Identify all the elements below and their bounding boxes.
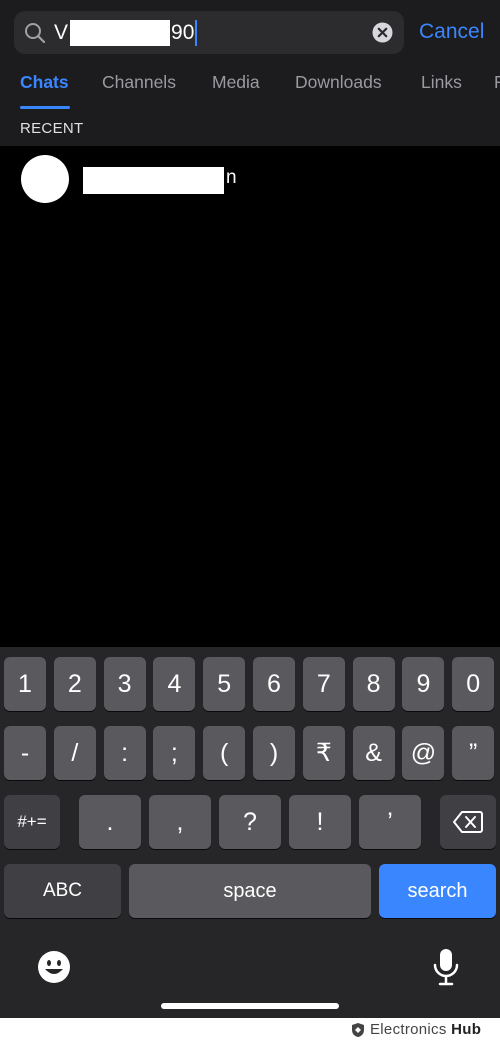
microphone-icon[interactable] [432, 947, 460, 987]
symbol-key-0[interactable]: - [4, 726, 46, 780]
app-screen: V 90 Cancel Chats Channels Media Downloa… [0, 0, 500, 1018]
number-key-2[interactable]: 3 [103, 657, 146, 711]
number-key-4[interactable]: 5 [203, 657, 246, 711]
symbols-toggle-key[interactable]: #+= [4, 795, 60, 849]
section-title: RECENT [20, 120, 84, 137]
search-query-suffix: 90 [171, 21, 195, 44]
backspace-icon [453, 811, 483, 833]
avatar [21, 155, 69, 203]
watermark-text: Electronics Hub [370, 1021, 481, 1038]
tab-links[interactable]: Links [421, 72, 462, 106]
search-field[interactable]: V 90 [14, 11, 404, 54]
watermark: Electronics Hub [0, 1018, 500, 1042]
symbol-key-2[interactable]: : [103, 726, 146, 780]
keyboard: 1234567890 - /:;() ₹ & @” #+= .,?!’ ABC spac… [0, 647, 500, 1018]
symbol-key-5[interactable]: ) [253, 726, 295, 780]
clear-icon[interactable] [372, 22, 393, 43]
tab-channels[interactable]: Channels [102, 72, 176, 106]
cancel-button[interactable]: Cancel [419, 20, 484, 44]
search-key[interactable]: search [379, 864, 496, 918]
active-tab-indicator [20, 106, 70, 109]
symbol-key-4[interactable]: ( [203, 726, 246, 780]
punctuation-key-4[interactable]: ’ [359, 795, 421, 849]
number-key-5[interactable]: 6 [253, 657, 295, 711]
tab-bar: Chats Channels Media Downloads Links F [0, 68, 500, 110]
punctuation-key-2[interactable]: ? [219, 795, 281, 849]
contact-name-tail: n [226, 167, 237, 188]
watermark-brand-bold: Hub [451, 1021, 482, 1038]
number-key-7[interactable]: 8 [352, 657, 395, 711]
search-query-prefix: V [54, 21, 69, 44]
symbol-key-8[interactable]: @ [402, 726, 445, 780]
symbol-key-7[interactable]: & [352, 726, 395, 780]
symbol-key-9[interactable]: ” [452, 726, 495, 780]
home-indicator[interactable] [161, 1003, 339, 1009]
tab-downloads[interactable]: Downloads [295, 72, 382, 106]
backspace-key[interactable] [440, 795, 496, 849]
punctuation-key-0[interactable]: . [79, 795, 141, 849]
number-key-9[interactable]: 0 [452, 657, 495, 711]
emoji-icon[interactable] [37, 950, 71, 984]
number-key-0[interactable]: 1 [4, 657, 46, 711]
symbol-key-6[interactable]: ₹ [302, 726, 345, 780]
tab-chats[interactable]: Chats [20, 72, 69, 106]
symbol-key-3[interactable]: ; [153, 726, 196, 780]
tab-overflow[interactable]: F [494, 72, 500, 106]
watermark-brand: Electronics [370, 1021, 447, 1038]
electronicshub-logo-icon [352, 1023, 364, 1037]
search-query-redacted [70, 20, 171, 46]
number-key-1[interactable]: 2 [53, 657, 96, 711]
recent-section-header: RECENT [0, 110, 500, 146]
number-key-6[interactable]: 7 [302, 657, 345, 711]
tab-media[interactable]: Media [212, 72, 260, 106]
punctuation-key-1[interactable]: , [149, 795, 211, 849]
text-cursor [195, 20, 198, 46]
symbol-key-1[interactable]: / [53, 726, 96, 780]
list-item[interactable]: n [0, 148, 500, 210]
search-input[interactable]: V 90 [54, 20, 198, 46]
contact-name-redacted [83, 167, 224, 194]
punctuation-key-3[interactable]: ! [289, 795, 351, 849]
number-key-3[interactable]: 4 [153, 657, 196, 711]
abc-key[interactable]: ABC [4, 864, 121, 918]
number-key-8[interactable]: 9 [402, 657, 445, 711]
space-key[interactable]: space [129, 864, 371, 918]
search-icon [25, 23, 46, 44]
search-header: V 90 Cancel Chats Channels Media Downloa… [0, 0, 500, 110]
